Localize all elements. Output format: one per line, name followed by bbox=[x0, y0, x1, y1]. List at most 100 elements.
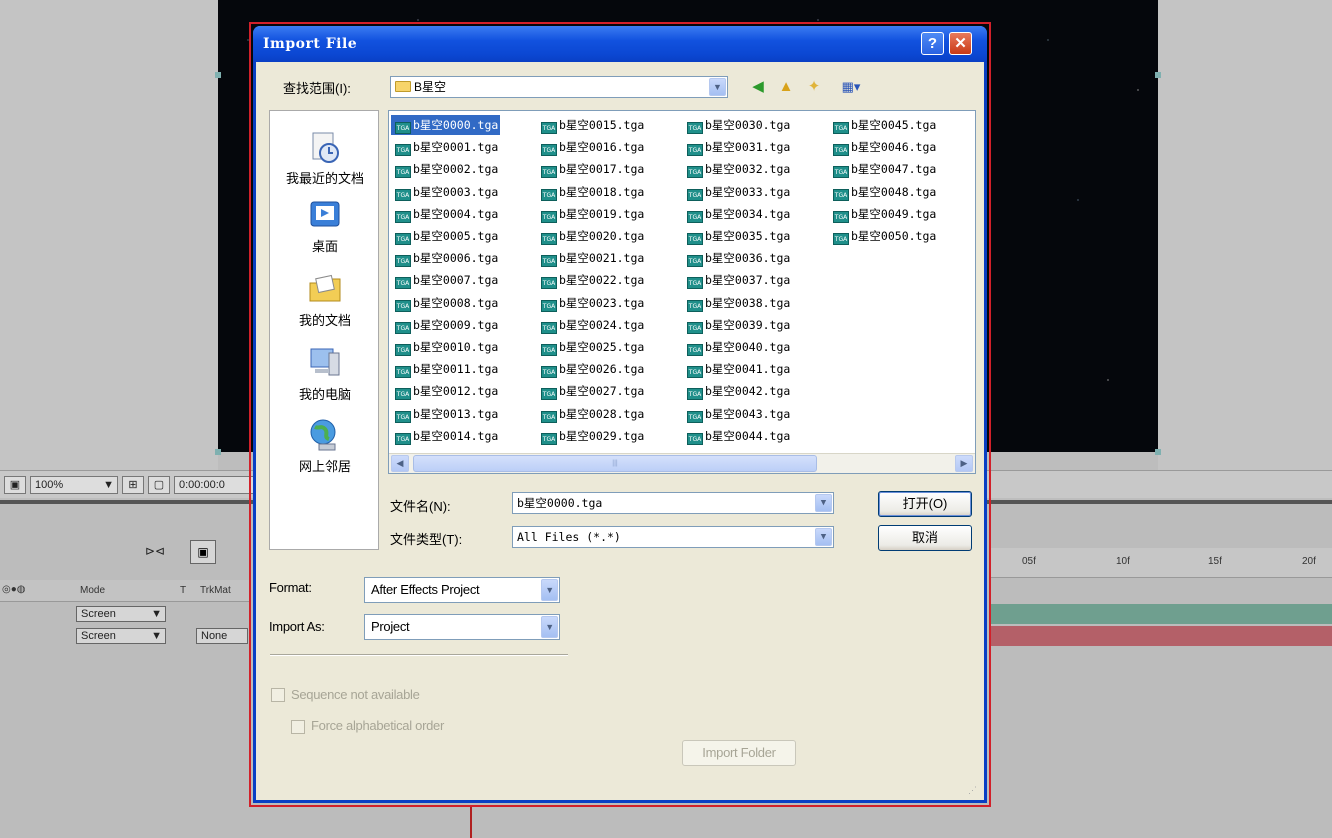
new-folder-icon[interactable]: ✦ bbox=[804, 77, 824, 97]
open-button[interactable]: 打开(O) bbox=[878, 491, 972, 517]
look-in-dropdown[interactable]: B星空 ▼ bbox=[390, 76, 728, 98]
file-item[interactable]: TGA b星空0006.tga bbox=[391, 248, 500, 268]
force-alphabetical-checkbox[interactable] bbox=[291, 720, 305, 734]
chevron-left-icon[interactable]: ◀ bbox=[391, 455, 409, 472]
file-item[interactable]: TGA b星空0020.tga bbox=[537, 226, 646, 246]
layer-bar[interactable] bbox=[990, 626, 1332, 646]
time-ruler[interactable]: 05f 10f 15f 20f bbox=[990, 548, 1332, 578]
resize-grip-icon[interactable]: ⋰ bbox=[968, 784, 980, 796]
format-dropdown[interactable]: After Effects Project ▼ bbox=[364, 577, 560, 603]
file-item[interactable]: TGA b星空0043.tga bbox=[683, 404, 792, 424]
place-network[interactable]: 网上邻居 bbox=[270, 417, 380, 475]
timecode-field[interactable]: 0:00:00:0 bbox=[174, 476, 254, 494]
safe-zones-icon[interactable]: ⊞ bbox=[122, 476, 144, 494]
file-item[interactable]: TGA b星空0007.tga bbox=[391, 270, 500, 290]
file-item[interactable]: TGA b星空0000.tga bbox=[391, 115, 501, 135]
file-item[interactable]: TGA b星空0005.tga bbox=[391, 226, 500, 246]
file-item[interactable]: TGA b星空0001.tga bbox=[391, 137, 500, 157]
file-item[interactable]: TGA b星空0037.tga bbox=[683, 270, 792, 290]
file-item[interactable]: TGA b星空0009.tga bbox=[391, 315, 500, 335]
file-item[interactable]: TGA b星空0036.tga bbox=[683, 248, 792, 268]
help-button[interactable]: ? bbox=[921, 32, 944, 55]
file-item[interactable]: TGA b星空0034.tga bbox=[683, 204, 792, 224]
file-item[interactable]: TGA b星空0050.tga bbox=[829, 226, 938, 246]
filetype-dropdown[interactable]: All Files (*.*) ▼ bbox=[512, 526, 834, 548]
cancel-button[interactable]: 取消 bbox=[878, 525, 972, 551]
file-item[interactable]: TGA b星空0012.tga bbox=[391, 381, 500, 401]
file-item[interactable]: TGA b星空0046.tga bbox=[829, 137, 938, 157]
file-item[interactable]: TGA b星空0035.tga bbox=[683, 226, 792, 246]
scrollbar-thumb[interactable]: ||| bbox=[413, 455, 817, 472]
file-item[interactable]: TGA b星空0044.tga bbox=[683, 426, 792, 446]
file-item[interactable]: TGA b星空0028.tga bbox=[537, 404, 646, 424]
place-recent[interactable]: 我最近的文档 bbox=[270, 129, 380, 187]
file-item[interactable]: TGA b星空0008.tga bbox=[391, 293, 500, 313]
file-item[interactable]: TGA b星空0013.tga bbox=[391, 404, 500, 424]
comp-mini-flowchart-icon[interactable]: ▣ bbox=[190, 540, 216, 564]
file-list[interactable]: TGA b星空0000.tga TGA b星空0001.tga TGA b星空0002.t… bbox=[388, 110, 976, 474]
file-item[interactable]: TGA b星空0031.tga bbox=[683, 137, 792, 157]
layer-handle[interactable] bbox=[1155, 449, 1161, 455]
file-item[interactable]: TGA b星空0048.tga bbox=[829, 182, 938, 202]
current-time-indicator[interactable] bbox=[470, 806, 472, 838]
monitor-icon[interactable]: ▣ bbox=[4, 476, 26, 494]
title-bar[interactable]: Import File ? ✕ bbox=[253, 26, 987, 62]
layer-mode-dropdown[interactable]: Screen ▼ bbox=[76, 628, 166, 644]
file-item[interactable]: TGA b星空0019.tga bbox=[537, 204, 646, 224]
file-item[interactable]: TGA b星空0023.tga bbox=[537, 293, 646, 313]
close-button[interactable]: ✕ bbox=[949, 32, 972, 55]
layer-mode-dropdown[interactable]: Screen ▼ bbox=[76, 606, 166, 622]
file-item[interactable]: TGA b星空0002.tga bbox=[391, 159, 500, 179]
import-folder-button[interactable]: Import Folder bbox=[682, 740, 796, 766]
zoom-dropdown[interactable]: 100% ▼ bbox=[30, 476, 118, 494]
file-name: b星空0038.tga bbox=[705, 295, 791, 310]
chevron-right-icon[interactable]: ▶ bbox=[955, 455, 973, 472]
layer-handle[interactable] bbox=[215, 449, 221, 455]
file-item[interactable]: TGA b星空0025.tga bbox=[537, 337, 646, 357]
file-item[interactable]: TGA b星空0015.tga bbox=[537, 115, 646, 135]
filename-input[interactable]: b星空0000.tga ▼ bbox=[512, 492, 834, 514]
file-item[interactable]: TGA b星空0041.tga bbox=[683, 359, 792, 379]
sequence-checkbox[interactable] bbox=[271, 688, 285, 702]
file-item[interactable]: TGA b星空0032.tga bbox=[683, 159, 792, 179]
file-item[interactable]: TGA b星空0038.tga bbox=[683, 293, 792, 313]
file-item[interactable]: TGA b星空0027.tga bbox=[537, 381, 646, 401]
file-name: b星空0005.tga bbox=[413, 229, 499, 243]
file-item[interactable]: TGA b星空0014.tga bbox=[391, 426, 500, 446]
file-item[interactable]: TGA b星空0029.tga bbox=[537, 426, 646, 446]
tga-file-icon: TGA bbox=[541, 432, 557, 445]
file-item[interactable]: TGA b星空0039.tga bbox=[683, 315, 792, 335]
file-item[interactable]: TGA b星空0030.tga bbox=[683, 115, 792, 135]
file-item[interactable]: TGA b星空0022.tga bbox=[537, 270, 646, 290]
horizontal-scrollbar[interactable]: ◀ ||| ▶ bbox=[389, 453, 975, 473]
view-menu-icon[interactable]: ▦▾ bbox=[836, 77, 866, 97]
timeline-nav-icon[interactable]: ⊳⊲ bbox=[145, 544, 165, 558]
file-item[interactable]: TGA b星空0026.tga bbox=[537, 359, 646, 379]
file-item[interactable]: TGA b星空0024.tga bbox=[537, 315, 646, 335]
file-item[interactable]: TGA b星空0016.tga bbox=[537, 137, 646, 157]
up-folder-icon[interactable]: ▲ bbox=[776, 77, 796, 97]
file-item[interactable]: TGA b星空0045.tga bbox=[829, 115, 938, 135]
place-my-documents[interactable]: 我的文档 bbox=[270, 271, 380, 329]
trkmat-dropdown[interactable]: None bbox=[196, 628, 248, 644]
file-item[interactable]: TGA b星空0011.tga bbox=[391, 359, 500, 379]
file-item[interactable]: TGA b星空0047.tga bbox=[829, 159, 938, 179]
layer-handle[interactable] bbox=[1155, 72, 1161, 78]
file-item[interactable]: TGA b星空0033.tga bbox=[683, 182, 792, 202]
import-as-dropdown[interactable]: Project ▼ bbox=[364, 614, 560, 640]
file-item[interactable]: TGA b星空0017.tga bbox=[537, 159, 646, 179]
file-item[interactable]: TGA b星空0021.tga bbox=[537, 248, 646, 268]
place-desktop[interactable]: 桌面 bbox=[270, 197, 380, 255]
file-item[interactable]: TGA b星空0003.tga bbox=[391, 182, 500, 202]
file-item[interactable]: TGA b星空0040.tga bbox=[683, 337, 792, 357]
mask-view-icon[interactable]: ▢ bbox=[148, 476, 170, 494]
place-my-computer[interactable]: 我的电脑 bbox=[270, 345, 380, 403]
file-item[interactable]: TGA b星空0042.tga bbox=[683, 381, 792, 401]
layer-handle[interactable] bbox=[215, 72, 221, 78]
file-item[interactable]: TGA b星空0049.tga bbox=[829, 204, 938, 224]
layer-bar[interactable] bbox=[990, 604, 1332, 624]
file-item[interactable]: TGA b星空0018.tga bbox=[537, 182, 646, 202]
file-item[interactable]: TGA b星空0004.tga bbox=[391, 204, 500, 224]
back-icon[interactable]: ◀ bbox=[748, 77, 768, 97]
file-item[interactable]: TGA b星空0010.tga bbox=[391, 337, 500, 357]
